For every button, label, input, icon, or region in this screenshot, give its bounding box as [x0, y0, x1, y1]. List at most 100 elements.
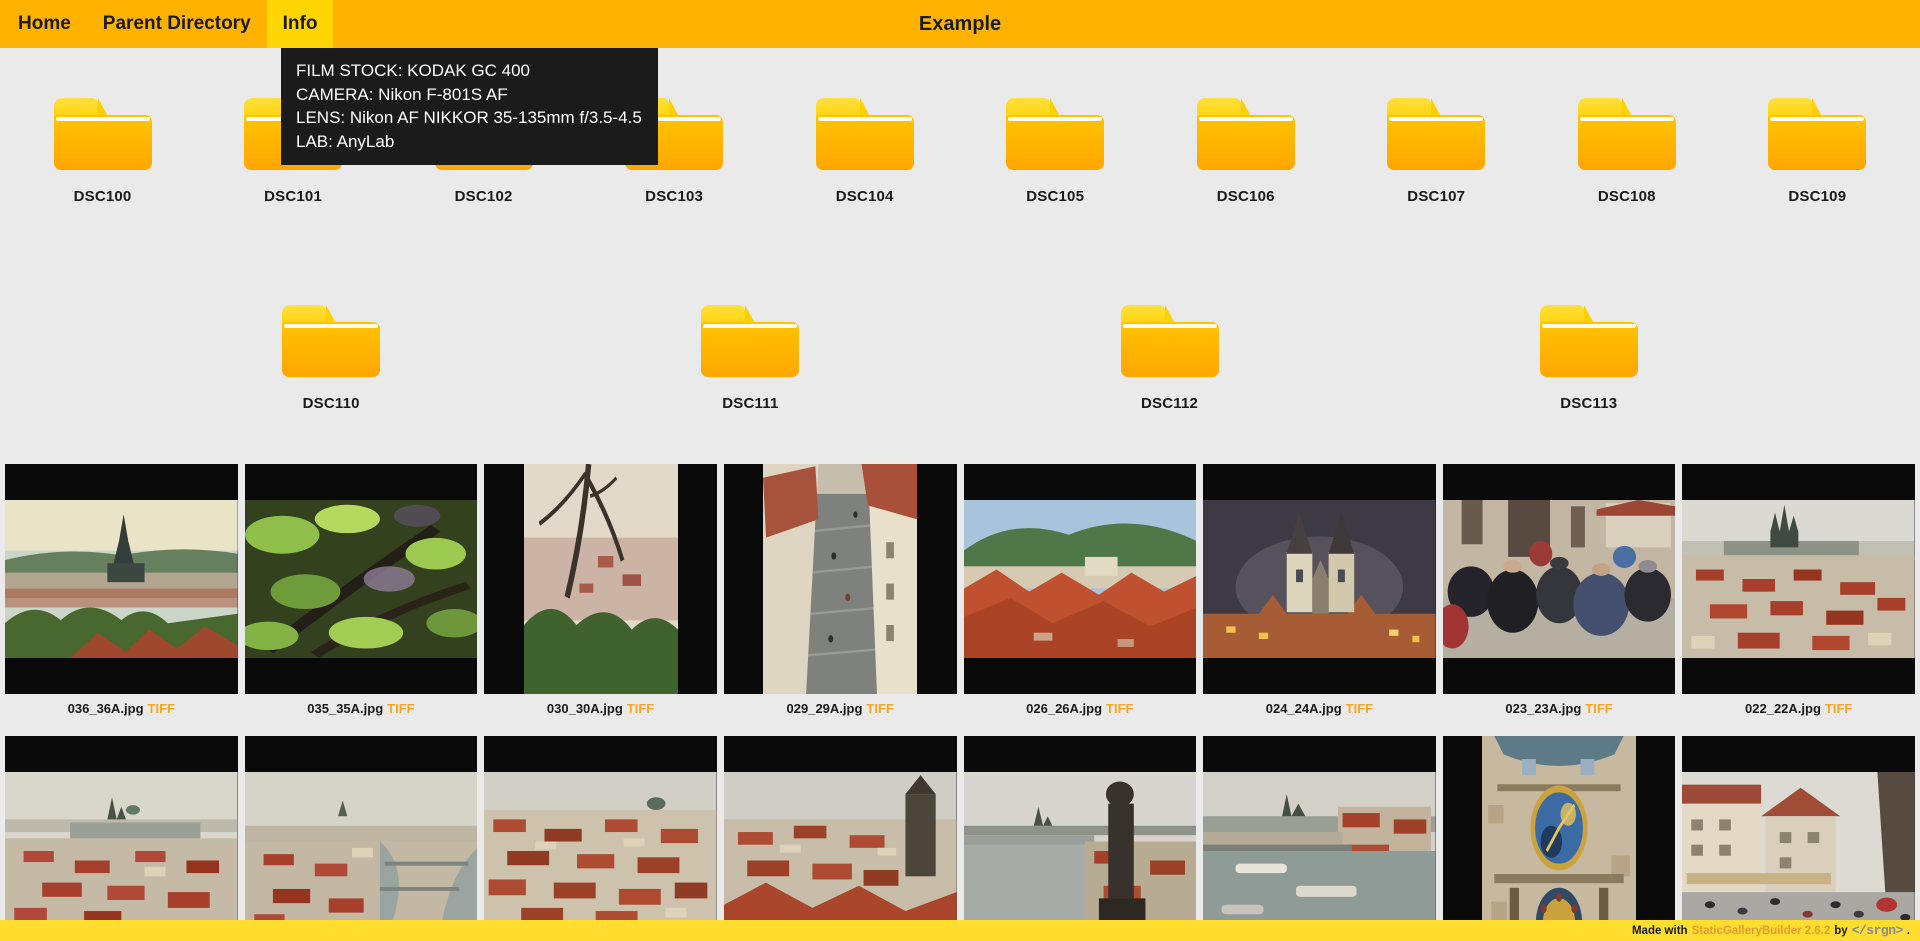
thumbnail-item: 023_23A.jpg TIFF: [1442, 464, 1676, 716]
folder-item-dsc112[interactable]: DSC112: [1082, 305, 1258, 412]
nav-item-home[interactable]: Home: [2, 0, 87, 48]
thumbnail-photo-winter-panorama[interactable]: [1682, 464, 1915, 694]
folder-label: DSC103: [645, 188, 704, 205]
thumbnail-item: [963, 736, 1197, 941]
folder-label: DSC100: [73, 188, 132, 205]
folder-item-dsc113[interactable]: DSC113: [1501, 305, 1677, 412]
footer-made-with: Made with: [1631, 924, 1688, 937]
thumbnail-item: 035_35A.jpg TIFF: [244, 464, 478, 716]
thumbnail-photo-castle-panorama[interactable]: [5, 736, 238, 941]
thumbnail-photo-square-aerial[interactable]: [723, 464, 957, 694]
folder-icon: [1196, 98, 1295, 170]
footer-suffix: .: [1906, 924, 1910, 937]
thumbnail-photo-night-towers[interactable]: [1203, 464, 1436, 694]
folder-icon: [701, 305, 800, 377]
folder-label: DSC110: [302, 395, 360, 412]
folder-label: DSC113: [1560, 395, 1618, 412]
thumbnail-item: 026_26A.jpg TIFF: [963, 464, 1197, 716]
thumbnail-photo-bare-tree-view[interactable]: [484, 464, 717, 694]
nav-item-info[interactable]: Info: [266, 0, 334, 48]
thumbnail-photo-river-panorama[interactable]: [244, 736, 478, 941]
folder-label: DSC108: [1597, 188, 1656, 205]
thumbnail-item: 030_30A.jpg TIFF: [484, 464, 717, 716]
navbar: Home Parent Directory Info Example: [0, 0, 1920, 48]
folder-icon: [1006, 98, 1105, 170]
file-name-link[interactable]: 036_36A.jpg: [68, 701, 144, 716]
folder-label: DSC109: [1788, 188, 1847, 205]
tooltip-lens: LENS: Nikon AF NIKKOR 35-135mm f/3.5-4.5: [296, 108, 642, 127]
tiff-link[interactable]: TIFF: [148, 701, 175, 716]
folder-label: DSC107: [1407, 188, 1466, 205]
tiff-link[interactable]: TIFF: [1106, 701, 1133, 716]
thumbnail-item: [1203, 736, 1436, 941]
folder-label: DSC102: [454, 188, 513, 205]
file-name-link[interactable]: 023_23A.jpg: [1505, 701, 1581, 716]
thumbnail-item: [5, 736, 238, 941]
folder-icon: [282, 305, 381, 377]
folder-label: DSC105: [1026, 188, 1085, 205]
footer-by: by: [1834, 924, 1848, 937]
thumbnail-photo-city-spire[interactable]: [5, 464, 238, 694]
folder-label: DSC106: [1216, 188, 1275, 205]
folder-label: DSC104: [835, 188, 894, 205]
thumbnail-item: [1442, 736, 1676, 941]
file-name-link[interactable]: 026_26A.jpg: [1026, 701, 1102, 716]
thumbnail-photo-bridge-statue[interactable]: [963, 736, 1197, 941]
folder-item-dsc104[interactable]: DSC104: [777, 98, 953, 205]
folder-item-dsc111[interactable]: DSC111: [662, 305, 838, 412]
thumbnail-photo-foliage[interactable]: [244, 464, 478, 694]
folder-icon: [1120, 305, 1219, 377]
thumbnail-item: 036_36A.jpg TIFF: [5, 464, 238, 716]
tiff-link[interactable]: TIFF: [627, 701, 654, 716]
folder-item-dsc105[interactable]: DSC105: [967, 98, 1143, 205]
folder-icon: [1577, 98, 1676, 170]
folder-icon: [1539, 305, 1638, 377]
thumbnail-item: 024_24A.jpg TIFF: [1203, 464, 1436, 716]
thumbnail-photo-astronomical-clock[interactable]: [1442, 736, 1676, 941]
tiff-link[interactable]: TIFF: [1585, 701, 1612, 716]
footer: Made with StaticGalleryBuilder 2.6.2 by …: [0, 920, 1920, 941]
folder-item-dsc108[interactable]: DSC108: [1539, 98, 1715, 205]
tooltip-film-stock: FILM STOCK: KODAK GC 400: [296, 61, 530, 80]
tooltip-camera: CAMERA: Nikon F-801S AF: [296, 84, 508, 104]
thumbnail-photo-street-square[interactable]: [1682, 736, 1915, 941]
folder-icon: [1387, 98, 1486, 170]
folder-label: DSC101: [264, 188, 323, 205]
tiff-link[interactable]: TIFF: [1346, 701, 1373, 716]
file-name-link[interactable]: 024_24A.jpg: [1266, 701, 1342, 716]
thumbnail-item: [244, 736, 478, 941]
thumbnail-photo-river-boats[interactable]: [1203, 736, 1436, 941]
thumbnail-photo-crowd[interactable]: [1442, 464, 1676, 694]
folder-icon: [53, 98, 152, 170]
tiff-link[interactable]: TIFF: [387, 701, 414, 716]
thumbnail-photo-roofs-tower[interactable]: [723, 736, 957, 941]
info-tooltip: FILM STOCK: KODAK GC 400 CAMERA: Nikon F…: [281, 48, 658, 165]
folder-label: DSC112: [1141, 395, 1199, 412]
folder-icon: [815, 98, 914, 170]
footer-brand-link[interactable]: </srgn>: [1852, 923, 1904, 938]
tiff-link[interactable]: TIFF: [866, 701, 893, 716]
folder-icon: [1768, 98, 1867, 170]
thumbnail-photo-hill-roofs[interactable]: [963, 464, 1197, 694]
footer-builder-link[interactable]: StaticGalleryBuilder 2.6.2: [1692, 925, 1831, 937]
thumbnail-item: [484, 736, 717, 941]
folder-item-dsc110[interactable]: DSC110: [243, 305, 419, 412]
folder-item-dsc106[interactable]: DSC106: [1158, 98, 1334, 205]
file-name-link[interactable]: 029_29A.jpg: [787, 701, 863, 716]
thumbnail-item: 022_22A.jpg TIFF: [1682, 464, 1915, 716]
thumbnail-item: 029_29A.jpg TIFF: [723, 464, 957, 716]
thumbnail-item: [1682, 736, 1915, 941]
tiff-link[interactable]: TIFF: [1825, 701, 1852, 716]
image-gallery: 036_36A.jpg TIFF 035_35A.jpg TIFF 030_30…: [0, 464, 1920, 941]
nav-item-parent-directory[interactable]: Parent Directory: [87, 0, 267, 48]
thumbnail-item: [723, 736, 957, 941]
folder-label: DSC111: [722, 395, 779, 412]
folder-item-dsc109[interactable]: DSC109: [1729, 98, 1905, 205]
thumbnail-photo-dense-roofs[interactable]: [484, 736, 717, 941]
tooltip-lab: LAB: AnyLab: [296, 131, 395, 151]
file-name-link[interactable]: 035_35A.jpg: [307, 701, 383, 716]
folder-item-dsc100[interactable]: DSC100: [15, 98, 191, 205]
folder-item-dsc107[interactable]: DSC107: [1348, 98, 1524, 205]
file-name-link[interactable]: 022_22A.jpg: [1745, 701, 1821, 716]
file-name-link[interactable]: 030_30A.jpg: [547, 701, 623, 716]
